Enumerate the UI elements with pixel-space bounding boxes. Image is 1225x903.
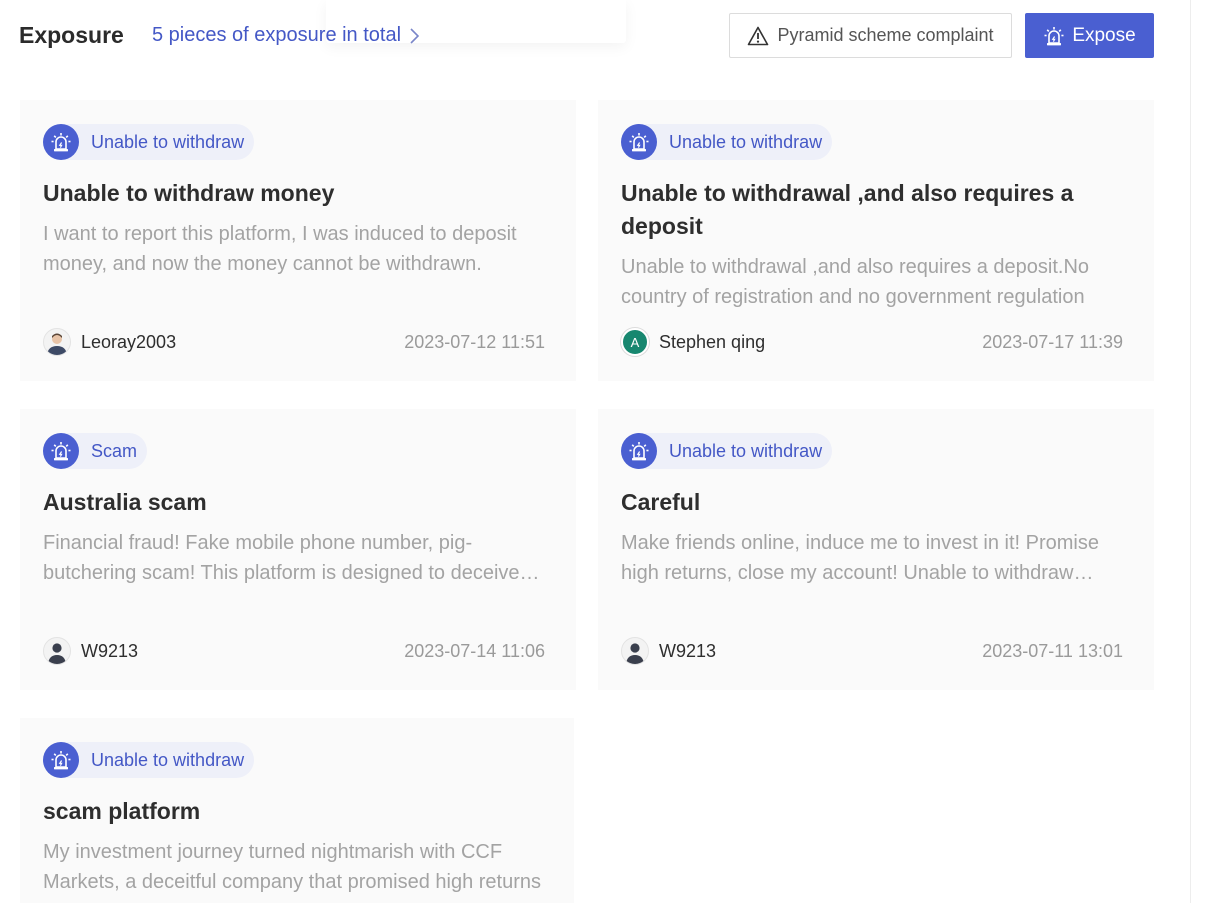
post-date: 2023-07-14 11:06 bbox=[404, 640, 545, 661]
warning-icon bbox=[748, 26, 769, 45]
card-description: Make friends online, induce me to invest… bbox=[621, 532, 1099, 584]
exposure-card[interactable]: Unable to withdraw Careful Make friends … bbox=[598, 409, 1154, 690]
category-tag-label: Unable to withdraw bbox=[91, 131, 245, 152]
page-title: Exposure bbox=[19, 22, 124, 48]
author-name: Leoray2003 bbox=[81, 331, 177, 352]
category-tag-label: Unable to withdraw bbox=[669, 440, 823, 461]
card-description: Unable to withdrawal ,and also requires … bbox=[621, 256, 1090, 308]
avatar: A bbox=[621, 328, 649, 356]
exposure-card[interactable]: Unable to withdraw Unable to withdrawal … bbox=[598, 100, 1154, 381]
card-footer: W9213 2023-07-11 13:01 bbox=[621, 636, 1123, 666]
alarm-icon bbox=[43, 124, 79, 160]
card-title: scam platform bbox=[43, 798, 201, 824]
exposure-page: Exposure 5 pieces of exposure in total P… bbox=[0, 0, 1225, 903]
expose-label: Expose bbox=[1072, 24, 1136, 46]
card-description: Financial fraud! Fake mobile phone numbe… bbox=[43, 532, 520, 584]
category-tag-label: Unable to withdraw bbox=[91, 749, 245, 770]
category-tag: Unable to withdraw bbox=[43, 742, 255, 778]
exposure-header: Exposure 5 pieces of exposure in total P… bbox=[19, 13, 1154, 58]
card-footer: A Stephen qing 2023-07-17 11:39 bbox=[621, 327, 1123, 357]
total-exposure-label: 5 pieces of exposure in total bbox=[152, 24, 402, 46]
card-title: Careful bbox=[621, 489, 701, 515]
alarm-icon bbox=[43, 433, 79, 469]
post-date: 2023-07-11 13:01 bbox=[982, 640, 1123, 661]
author-name: W9213 bbox=[81, 640, 139, 661]
user-silhouette-icon bbox=[48, 643, 66, 664]
card-title: Australia scam bbox=[43, 489, 207, 515]
total-exposure-link[interactable]: 5 pieces of exposure in total bbox=[152, 24, 421, 47]
exposure-card[interactable]: Unable to withdraw Unable to withdraw mo… bbox=[20, 100, 576, 381]
expose-button[interactable]: Expose bbox=[1025, 13, 1154, 58]
alarm-icon bbox=[1044, 26, 1064, 45]
post-date: 2023-07-17 11:39 bbox=[982, 331, 1123, 352]
card-title: Unable to withdrawal ,and also requires … bbox=[621, 180, 1074, 239]
pyramid-scheme-complaint-button[interactable]: Pyramid scheme complaint bbox=[729, 13, 1012, 58]
alarm-icon bbox=[621, 124, 657, 160]
avatar bbox=[621, 637, 649, 665]
category-tag-label: Unable to withdraw bbox=[669, 131, 823, 152]
right-side-rail bbox=[1190, 0, 1225, 903]
post-date: 2023-07-12 11:51 bbox=[404, 331, 545, 352]
avatar bbox=[43, 637, 71, 665]
category-tag: Scam bbox=[43, 433, 148, 469]
alarm-icon bbox=[43, 742, 79, 778]
author-name: W9213 bbox=[659, 640, 717, 661]
pyramid-scheme-complaint-label: Pyramid scheme complaint bbox=[777, 25, 994, 45]
category-tag-label: Scam bbox=[91, 440, 138, 461]
exposure-card[interactable]: Unable to withdraw scam platform My inve… bbox=[20, 718, 574, 903]
user-silhouette-icon bbox=[626, 643, 644, 664]
author-name: Stephen qing bbox=[659, 331, 766, 352]
user-photo-icon bbox=[47, 333, 67, 355]
card-description: I want to report this platform, I was in… bbox=[43, 223, 517, 275]
avatar bbox=[43, 328, 71, 356]
alarm-icon bbox=[621, 433, 657, 469]
exposure-card[interactable]: Scam Australia scam Financial fraud! Fak… bbox=[20, 409, 576, 690]
chevron-right-icon bbox=[410, 27, 420, 44]
card-description: My investment journey turned nightmarish… bbox=[43, 841, 542, 893]
category-tag: Unable to withdraw bbox=[43, 124, 255, 160]
category-tag: Unable to withdraw bbox=[621, 433, 833, 469]
card-title: Unable to withdraw money bbox=[43, 180, 335, 206]
category-tag: Unable to withdraw bbox=[621, 124, 833, 160]
card-footer: Leoray2003 2023-07-12 11:51 bbox=[43, 327, 545, 357]
card-footer: W9213 2023-07-14 11:06 bbox=[43, 636, 545, 666]
